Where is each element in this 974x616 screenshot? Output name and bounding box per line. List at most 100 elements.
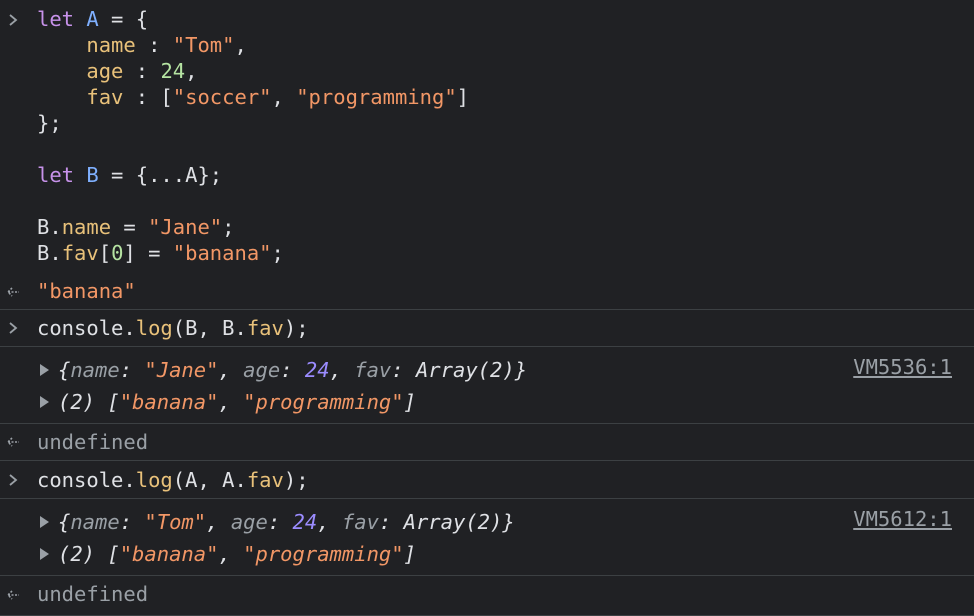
code-token: ] = — [123, 241, 173, 265]
code-token: fav — [246, 468, 284, 492]
code-token: fav — [341, 510, 379, 534]
code-token: 0 — [111, 241, 124, 265]
code-token: "Tom" — [144, 510, 207, 534]
code-token: console. — [37, 468, 136, 492]
code-line: name : "Tom", — [37, 32, 246, 58]
code-token: "soccer" — [172, 85, 272, 109]
logged-object[interactable]: {name: "Jane", age: 24, fav: Array(2)} — [58, 357, 527, 383]
console-input-entry[interactable]: console.log(A, A.fav); — [0, 461, 974, 499]
code-token: fav — [61, 241, 99, 265]
code-token: : — [280, 358, 305, 382]
logged-object[interactable]: {name: "Tom", age: 24, fav: Array(2)} — [58, 509, 515, 535]
expand-triangle-icon[interactable] — [40, 548, 49, 560]
code-token: "Tom" — [172, 33, 235, 57]
expand-triangle-icon[interactable] — [40, 396, 49, 408]
code-token: "banana" — [172, 241, 272, 265]
code-token: let — [37, 7, 75, 31]
code-token: "programming" — [243, 390, 404, 414]
code-token: }; — [37, 111, 62, 135]
code-line: fav : ["soccer", "programming"] — [37, 84, 469, 110]
console-result-entry: undefined — [0, 576, 974, 616]
expand-triangle-icon[interactable] — [40, 516, 49, 528]
code-token: age — [243, 358, 281, 382]
code-token: [ — [98, 241, 112, 265]
code-line: age : 24, — [37, 58, 197, 84]
result-value: "banana" — [37, 279, 136, 303]
code-token: ; — [271, 241, 284, 265]
return-arrow-icon — [4, 433, 22, 451]
code-token: , — [185, 59, 198, 83]
code-token: name — [61, 215, 112, 239]
code-token: ; — [222, 215, 235, 239]
console-result-entry: undefined — [0, 424, 974, 461]
code-token: B — [86, 163, 99, 187]
code-token: fav — [246, 316, 284, 340]
code-token: 24 — [292, 510, 318, 534]
code-token: "banana" — [119, 542, 219, 566]
code-token: (2) [ — [58, 542, 120, 566]
code-token: fav — [354, 358, 392, 382]
console-log-entry: {name: "Tom", age: 24, fav: Array(2)} VM… — [0, 499, 974, 576]
code-line: console.log(B, B.fav); — [37, 315, 309, 341]
code-token: (B, B. — [172, 316, 247, 340]
code-line: B.name = "Jane"; — [37, 214, 235, 240]
expand-triangle-icon[interactable] — [40, 364, 49, 376]
code-token: log — [135, 316, 173, 340]
code-token: "Jane" — [148, 215, 223, 239]
chevron-right-icon — [4, 11, 22, 29]
code-token: age — [230, 510, 268, 534]
code-line: console.log(A, A.fav); — [37, 467, 309, 493]
code-token: , — [317, 510, 342, 534]
code-token: : — [267, 510, 293, 534]
code-token: B. — [37, 241, 62, 265]
code-token: : [ — [123, 85, 173, 109]
chevron-right-icon — [4, 471, 22, 489]
code-token: ] — [456, 85, 470, 109]
logged-array[interactable]: (2) ["banana", "programming"] — [58, 389, 416, 415]
code-token: name — [86, 33, 136, 57]
code-token: : — [119, 358, 145, 382]
code-token: ... — [148, 163, 186, 187]
code-token: "Jane" — [144, 358, 219, 382]
code-token: : — [135, 33, 173, 57]
code-line: }; — [37, 110, 62, 136]
code-token: A — [86, 7, 99, 31]
console-log-entry: {name: "Jane", age: 24, fav: Array(2)} V… — [0, 347, 974, 424]
code-token: log — [135, 468, 173, 492]
code-token: ); — [283, 316, 309, 340]
code-token: ] — [403, 390, 416, 414]
console-input-entry[interactable]: console.log(B, B.fav); — [0, 310, 974, 347]
code-token: 24 — [160, 59, 186, 83]
code-token: , — [218, 542, 244, 566]
console-result-entry: "banana" — [0, 278, 974, 310]
code-token: "banana" — [119, 390, 219, 414]
code-token: , — [218, 390, 244, 414]
code-token: let — [37, 163, 75, 187]
code-token: "programming" — [296, 85, 457, 109]
code-token: ); — [283, 468, 309, 492]
source-link[interactable]: VM5536:1 — [853, 354, 952, 380]
code-token: : Array(2)} — [391, 358, 528, 382]
code-token: { — [58, 358, 71, 382]
code-token: : Array(2)} — [378, 510, 515, 534]
code-token: = — [111, 215, 149, 239]
code-line: let A = { — [37, 6, 148, 32]
console-input-entry[interactable]: let A = { name : "Tom", age : 24, fav : … — [0, 0, 974, 278]
code-token: A}; — [185, 163, 223, 187]
return-arrow-icon — [4, 283, 22, 301]
code-line: B.fav[0] = "banana"; — [37, 240, 284, 266]
code-token: : — [119, 510, 145, 534]
source-link[interactable]: VM5612:1 — [853, 506, 952, 532]
code-token: age — [86, 59, 124, 83]
code-token: console. — [37, 316, 136, 340]
code-token: , — [271, 85, 297, 109]
logged-array[interactable]: (2) ["banana", "programming"] — [58, 541, 416, 567]
result-value: undefined — [37, 430, 149, 454]
code-token: 24 — [304, 358, 330, 382]
code-token: = { — [98, 163, 149, 187]
code-token: name — [70, 358, 120, 382]
